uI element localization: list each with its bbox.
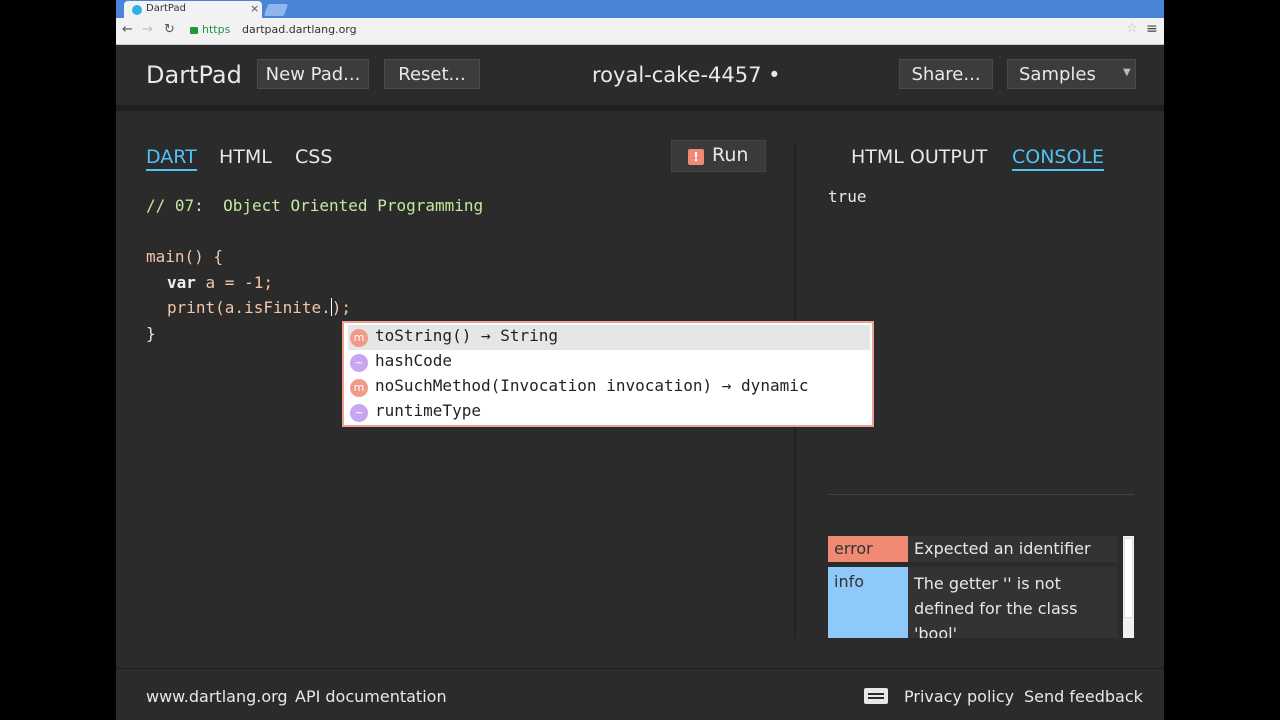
scrollbar-thumb[interactable]	[1124, 538, 1133, 618]
browser-window: DartPad × ← → ↻ https dartpad.dartlang.o…	[116, 0, 1164, 720]
forward-icon[interactable]: →	[142, 22, 153, 37]
browser-tab-bar: DartPad ×	[116, 0, 1164, 18]
output-divider	[828, 494, 1134, 495]
samples-dropdown[interactable]: Samples	[1007, 59, 1136, 89]
browser-toolbar: ← → ↻ https dartpad.dartlang.org ☆ ≡	[116, 18, 1164, 45]
browser-tab[interactable]: DartPad ×	[124, 1, 262, 18]
app-header: DartPad New Pad... Reset... royal-cake-4…	[116, 45, 1164, 105]
issue-message[interactable]: The getter '' is not defined for the cla…	[908, 567, 1118, 638]
chevron-down-icon: ▼	[1123, 67, 1131, 78]
browser-menu-icon[interactable]: ≡	[1146, 21, 1158, 37]
issues-scrollbar[interactable]	[1123, 536, 1134, 638]
pad-name: royal-cake-4457 •	[592, 63, 781, 87]
keyboard-icon[interactable]	[864, 688, 888, 704]
app-footer: www.dartlang.org API documentation Priva…	[116, 668, 1164, 720]
samples-label: Samples	[1019, 64, 1096, 85]
console-output: true	[828, 187, 867, 206]
issues-panel: error Expected an identifier info The ge…	[828, 536, 1134, 638]
issue-message[interactable]: Expected an identifier	[908, 536, 1118, 562]
back-icon[interactable]: ←	[122, 22, 133, 37]
api-docs-link[interactable]: API documentation	[295, 687, 447, 706]
share-button[interactable]: Share...	[899, 59, 993, 89]
new-tab-button[interactable]	[263, 4, 289, 16]
bookmark-star-icon[interactable]: ☆	[1126, 21, 1138, 36]
error-badge: error	[828, 536, 908, 562]
app-brand[interactable]: DartPad	[146, 61, 242, 89]
url-protocol: https	[202, 23, 231, 36]
privacy-policy-link[interactable]: Privacy policy	[904, 687, 1014, 706]
dartlang-link[interactable]: www.dartlang.org	[146, 687, 288, 706]
browser-tab-title: DartPad	[146, 3, 186, 14]
close-tab-icon[interactable]: ×	[250, 2, 259, 15]
output-pane: HTML OUTPUT CONSOLE true error Expected …	[116, 111, 1164, 668]
send-feedback-link[interactable]: Send feedback	[1024, 687, 1143, 706]
reload-icon[interactable]: ↻	[164, 22, 175, 37]
dart-logo-icon	[132, 5, 142, 15]
tab-console[interactable]: CONSOLE	[1012, 146, 1105, 171]
tab-html-output[interactable]: HTML OUTPUT	[851, 146, 987, 168]
new-pad-button[interactable]: New Pad...	[257, 59, 369, 89]
info-badge: info	[828, 567, 908, 638]
reset-button[interactable]: Reset...	[384, 59, 480, 89]
lock-icon	[190, 27, 198, 34]
url-input[interactable]: dartpad.dartlang.org	[242, 23, 357, 36]
